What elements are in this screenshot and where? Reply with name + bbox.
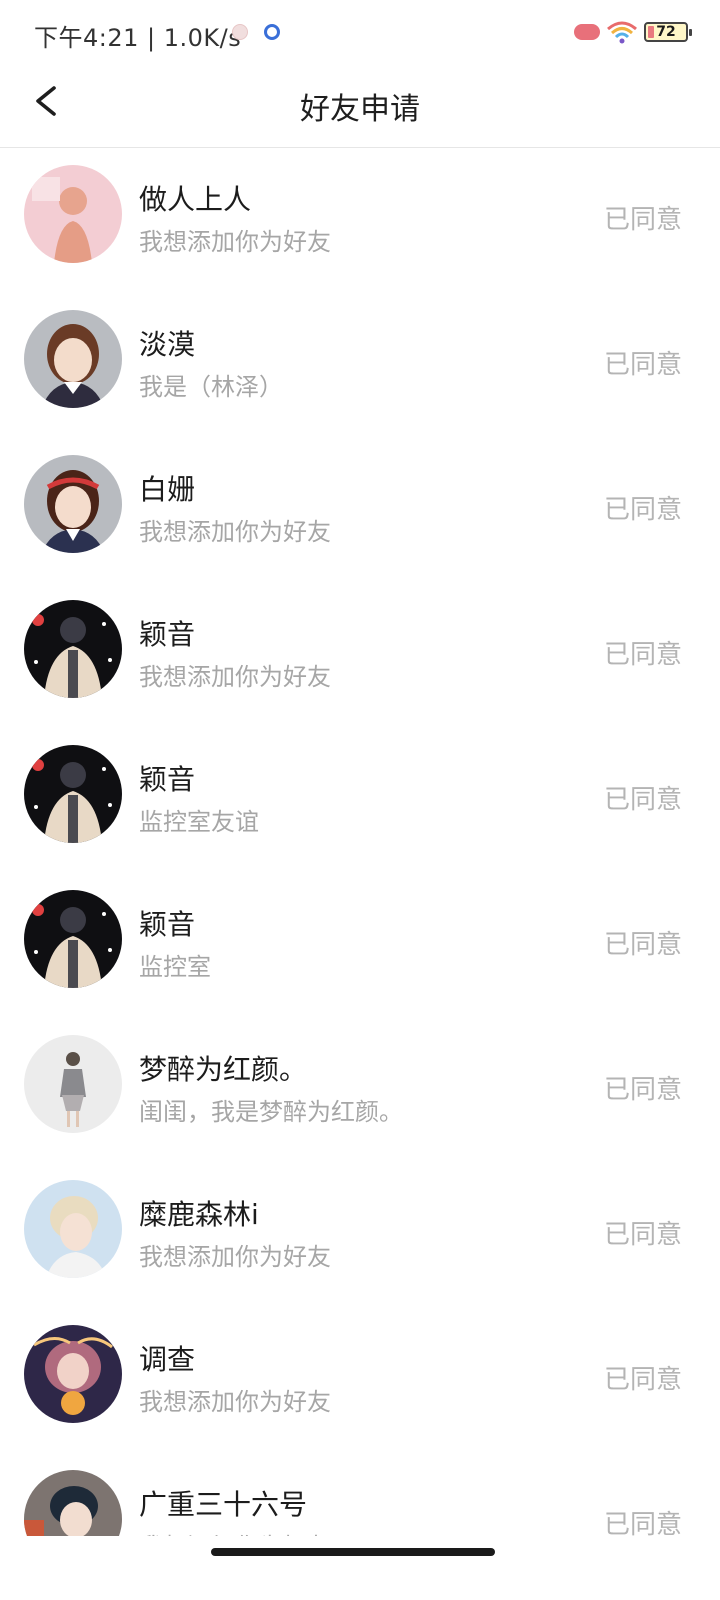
request-name: 梦醉为红颜。 (139, 1053, 308, 1086)
list-item[interactable]: 做人上人 我想添加你为好友 已同意 (0, 148, 720, 293)
request-message: 监控室友谊 (139, 808, 259, 836)
avatar (24, 165, 122, 263)
friend-request-list[interactable]: 做人上人 我想添加你为好友 已同意 淡漠 我是（林泽） 已同意 白姗 我想添加你… (0, 148, 720, 1536)
list-item[interactable]: 淡漠 我是（林泽） 已同意 (0, 293, 720, 438)
notification-app-icon-2 (264, 24, 280, 40)
list-item[interactable]: 糜鹿森林i 我想添加你为好友 已同意 (0, 1163, 720, 1308)
avatar (24, 1470, 122, 1536)
request-name: 颖音 (139, 908, 196, 941)
avatar (24, 745, 122, 843)
request-name: 做人上人 (139, 183, 252, 216)
request-status: 已同意 (603, 930, 682, 960)
request-message: 监控室 (139, 953, 211, 981)
list-item[interactable]: 广重三十六号 我想添加你为好友 已同意 (0, 1453, 720, 1536)
request-message: 我想添加你为好友 (139, 1527, 331, 1536)
request-status: 已同意 (603, 495, 682, 525)
list-item[interactable]: 梦醉为红颜。 闺闺，我是梦醉为红颜。 已同意 (0, 1018, 720, 1163)
home-indicator[interactable] (211, 1548, 495, 1556)
avatar (24, 890, 122, 988)
request-name: 调查 (139, 1343, 196, 1376)
avatar (24, 600, 122, 698)
avatar (24, 1035, 122, 1133)
request-message: 我想添加你为好友 (139, 518, 331, 546)
request-message: 闺闺，我是梦醉为红颜。 (139, 1098, 403, 1126)
request-name: 广重三十六号 (139, 1488, 308, 1521)
status-bar: 下午4:21 | 1.0K/s 72 (0, 0, 720, 70)
request-status: 已同意 (603, 1365, 682, 1395)
avatar (24, 310, 122, 408)
request-name: 糜鹿森林i (139, 1198, 259, 1231)
header: 好友申请 (0, 70, 720, 148)
list-item[interactable]: 颖音 监控室 已同意 (0, 873, 720, 1018)
request-message: 我是（林泽） (139, 373, 283, 401)
notification-app-icon (232, 24, 248, 40)
request-status: 已同意 (603, 785, 682, 815)
request-status: 已同意 (603, 205, 682, 235)
request-name: 白姗 (139, 473, 196, 506)
request-status: 已同意 (603, 1220, 682, 1250)
vpn-icon (574, 24, 600, 40)
request-name: 颖音 (139, 618, 196, 651)
avatar (24, 1180, 122, 1278)
battery-icon: 72 (644, 22, 692, 42)
list-item[interactable]: 颖音 我想添加你为好友 已同意 (0, 583, 720, 728)
avatar (24, 1325, 122, 1423)
request-status: 已同意 (603, 1075, 682, 1105)
request-message: 我想添加你为好友 (139, 1388, 331, 1416)
avatar (24, 455, 122, 553)
list-item[interactable]: 颖音 监控室友谊 已同意 (0, 728, 720, 873)
wifi-icon (607, 21, 637, 44)
status-time: 下午4:21 | 1.0K/s (34, 24, 242, 52)
page-title: 好友申请 (300, 92, 420, 127)
request-message: 我想添加你为好友 (139, 228, 331, 256)
request-status: 已同意 (603, 1510, 682, 1536)
request-status: 已同意 (603, 640, 682, 670)
request-message: 我想添加你为好友 (139, 663, 331, 691)
request-status: 已同意 (603, 350, 682, 380)
battery-level: 72 (656, 24, 676, 40)
request-name: 淡漠 (139, 328, 196, 361)
list-item[interactable]: 白姗 我想添加你为好友 已同意 (0, 438, 720, 583)
list-item[interactable]: 调查 我想添加你为好友 已同意 (0, 1308, 720, 1453)
status-icons: 72 (574, 20, 692, 44)
request-name: 颖音 (139, 763, 196, 796)
request-message: 我想添加你为好友 (139, 1243, 331, 1271)
